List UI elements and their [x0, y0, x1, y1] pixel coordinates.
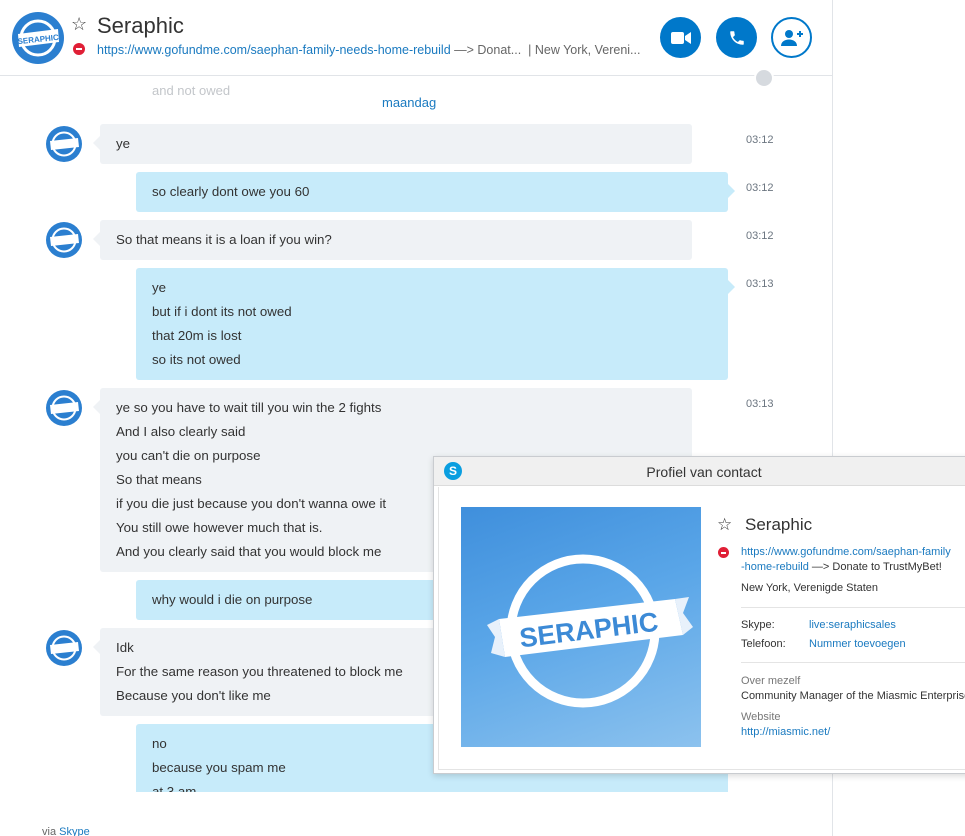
message-avatar[interactable]: [46, 390, 82, 426]
message-timestamp: 03:12: [746, 134, 774, 146]
profile-mood-url-2[interactable]: -home-rebuild: [741, 561, 809, 573]
message-line: but if i dont its not owed: [152, 304, 292, 319]
message-timestamp: 03:13: [746, 278, 774, 290]
profile-window-title: Profiel van contact: [646, 464, 762, 480]
message-line: at 3 am: [152, 784, 197, 792]
phone-icon: [729, 30, 744, 45]
message-avatar[interactable]: [46, 222, 82, 258]
mood-url-link[interactable]: https://www.gofundme.com/saephan-family-…: [97, 43, 451, 57]
header-location: | New York, Vereni...: [528, 43, 641, 57]
message-line: ye so you have to wait till you win the …: [116, 400, 382, 415]
message-line: so clearly dont owe you 60: [152, 184, 310, 199]
via-skype-link[interactable]: Skype: [59, 826, 90, 836]
profile-divider: [741, 607, 965, 608]
website-link[interactable]: http://miasmic.net/: [741, 726, 830, 738]
message-timestamp: 03:13: [746, 398, 774, 410]
message-line: that 20m is lost: [152, 328, 242, 343]
about-value: Community Manager of the Miasmic Enterpr…: [741, 690, 965, 702]
message-line: so its not owed: [152, 352, 241, 367]
favorite-star-icon[interactable]: ☆: [71, 14, 87, 35]
profile-titlebar[interactable]: S Profiel van contact: [434, 457, 965, 486]
profile-do-not-disturb-icon: [718, 547, 729, 558]
message-avatar[interactable]: [46, 630, 82, 666]
via-text: via: [42, 826, 60, 836]
mood-message: https://www.gofundme.com/saephan-family-…: [97, 43, 640, 57]
globe-icon: [754, 68, 774, 88]
skype-label: Skype:: [741, 619, 775, 631]
audio-call-button[interactable]: [716, 17, 757, 58]
message-line: ye: [152, 280, 167, 295]
profile-divider: [741, 662, 965, 663]
contact-name[interactable]: Seraphic: [97, 13, 184, 39]
website-label: Website: [741, 711, 781, 723]
outgoing-message-bubble[interactable]: ye but if i dont its not owed that 20m is …: [136, 268, 735, 380]
chat-header: SERAPHIC ☆ Seraphic https://www.gofundme…: [0, 0, 832, 76]
mood-text: —> Donat...: [450, 43, 522, 57]
incoming-message-bubble[interactable]: So that means it is a loan if you win?: [93, 220, 692, 260]
contact-profile-window: S Profiel van contact SERAPHIC ☆ Seraphi…: [433, 456, 965, 774]
profile-mood-url-1[interactable]: https://www.gofundme.com/saephan-family: [741, 546, 951, 558]
message-line: And I also clearly said: [116, 424, 246, 439]
skype-id-value[interactable]: live:seraphicsales: [809, 619, 896, 631]
contact-avatar[interactable]: SERAPHIC: [12, 12, 64, 64]
incoming-message-bubble[interactable]: ye: [93, 124, 692, 164]
video-camera-icon: [670, 31, 691, 44]
faded-previous-message: and not owed: [152, 83, 231, 98]
profile-location: New York, Verenigde Staten: [741, 582, 878, 594]
message-line: ye: [116, 136, 131, 151]
do-not-disturb-icon: [73, 43, 85, 55]
profile-name: Seraphic: [745, 515, 813, 534]
message-timestamp: 03:12: [746, 182, 774, 194]
profile-favorite-star-icon[interactable]: ☆: [717, 515, 732, 535]
profile-mood-text: —> Donate to TrustMyBet!: [808, 561, 942, 573]
message-timestamp: 03:12: [746, 230, 774, 242]
outgoing-message-bubble[interactable]: so clearly dont owe you 60: [136, 172, 735, 212]
seraphic-logo: SERAPHIC: [487, 554, 693, 708]
profile-photo: SERAPHIC: [461, 507, 701, 747]
video-call-button[interactable]: [660, 17, 701, 58]
via-footer: via Skype: [42, 826, 90, 836]
profile-mood: https://www.gofundme.com/saephan-family …: [741, 545, 951, 575]
about-label: Over mezelf: [741, 675, 801, 687]
phone-label: Telefoon:: [741, 638, 786, 650]
add-contact-icon: [780, 29, 803, 46]
add-participant-button[interactable]: [771, 17, 812, 58]
day-separator: maandag: [382, 95, 437, 110]
message-line: So that means it is a loan if you win?: [116, 232, 332, 247]
add-phone-link[interactable]: Nummer toevoegen: [809, 638, 906, 650]
message-avatar[interactable]: [46, 126, 82, 162]
